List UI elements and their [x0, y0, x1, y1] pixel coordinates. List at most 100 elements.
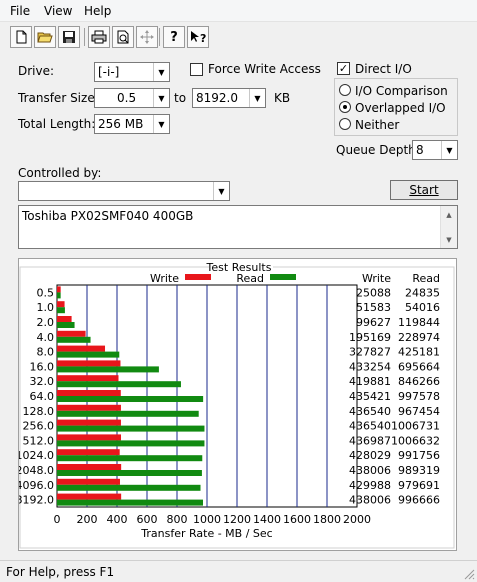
menu-file[interactable]: File [10, 4, 30, 18]
chevron-down-icon: ▼ [213, 182, 229, 200]
category-label: 8192.0 [19, 494, 54, 507]
write-bar [57, 404, 121, 411]
neither-label: Neither [355, 118, 400, 132]
column-header-write: Write [362, 272, 391, 285]
read-bar [57, 396, 204, 402]
x-tick-label: 1200 [223, 513, 251, 526]
chevron-down-icon: ▼ [249, 89, 265, 107]
x-axis-label: Transfer Rate - MB / Sec [140, 527, 272, 540]
help-icon[interactable]: ? [163, 26, 185, 48]
write-bar [57, 419, 121, 426]
read-value: 425181 [398, 346, 440, 359]
write-value: 327827 [349, 346, 391, 359]
read-bar [57, 470, 202, 476]
scroll-down-icon[interactable]: ▼ [441, 231, 457, 248]
print-icon[interactable] [88, 26, 110, 48]
x-tick-label: 800 [167, 513, 188, 526]
category-label: 8.0 [37, 346, 55, 359]
write-bar [57, 434, 122, 441]
x-tick-label: 200 [77, 513, 98, 526]
write-bar [57, 330, 86, 337]
read-value: 24835 [405, 286, 440, 299]
category-label: 64.0 [30, 390, 55, 403]
neither-radio[interactable] [339, 118, 351, 130]
write-bar [57, 449, 120, 456]
test-results-chart: Test ResultsWrite Read Write Read0 200 400 600… [16, 261, 455, 549]
queue-depth-select[interactable]: 8 ▼ [412, 140, 458, 160]
context-help-icon[interactable]: ? [187, 26, 209, 48]
category-label: 16.0 [30, 360, 55, 373]
force-write-checkbox[interactable] [190, 63, 203, 76]
direct-io-checkbox[interactable]: ✓ [337, 62, 350, 75]
resize-grip-icon[interactable] [463, 568, 475, 580]
read-bar [57, 440, 205, 447]
category-label: 1.0 [37, 301, 55, 314]
read-bar [57, 366, 159, 373]
force-write-label: Force Write Access [208, 62, 321, 76]
move-icon[interactable] [136, 26, 158, 48]
write-bar [57, 493, 122, 500]
save-icon[interactable] [58, 26, 80, 48]
read-bar [57, 425, 205, 432]
write-value: 433254 [349, 360, 391, 373]
write-bar [57, 301, 65, 308]
read-value: 54016 [405, 301, 440, 314]
controlled-by-label: Controlled by: [18, 166, 102, 180]
transfer-size-from-select[interactable]: 0.5 ▼ [94, 88, 170, 108]
read-bar [57, 381, 181, 388]
read-value: 996666 [398, 494, 440, 507]
read-value: 967454 [398, 405, 440, 418]
controlled-by-select[interactable]: ▼ [18, 181, 230, 201]
overlapped-io-radio[interactable] [339, 101, 351, 113]
chevron-down-icon: ▼ [153, 63, 169, 81]
write-value: 419881 [349, 375, 391, 388]
to-label: to [174, 91, 187, 105]
write-bar [57, 360, 121, 367]
write-bar [57, 464, 122, 470]
legend-read-swatch [270, 274, 296, 280]
drive-label: Drive: [18, 64, 55, 78]
transfer-size-to-select[interactable]: 8192.0 ▼ [192, 88, 266, 108]
category-label: 2.0 [37, 316, 55, 329]
transfer-to-value: 8192.0 [196, 91, 238, 105]
new-document-icon[interactable] [10, 26, 32, 48]
read-bar [57, 307, 65, 314]
start-button[interactable]: Start [390, 180, 458, 200]
direct-io-label: Direct I/O [355, 62, 412, 76]
x-tick-label: 0 [54, 513, 61, 526]
print-preview-icon[interactable] [112, 26, 134, 48]
legend-write-swatch [185, 274, 211, 280]
read-bar [57, 351, 120, 358]
scroll-up-icon[interactable]: ▲ [441, 206, 457, 223]
x-tick-label: 2000 [343, 513, 371, 526]
queue-depth-value: 8 [416, 143, 424, 157]
read-bar [57, 410, 199, 417]
write-value: 438006 [349, 464, 391, 477]
read-value: 1006632 [391, 434, 440, 447]
write-bar [57, 316, 72, 322]
legend-write-label: Write [150, 272, 179, 285]
read-value: 119844 [398, 316, 440, 329]
open-folder-icon[interactable] [34, 26, 56, 48]
menu-view[interactable]: View [44, 4, 72, 18]
chevron-down-icon: ▼ [153, 89, 169, 107]
menu-help[interactable]: Help [84, 4, 111, 18]
read-value: 979691 [398, 479, 440, 492]
total-length-select[interactable]: 256 MB ▼ [94, 114, 170, 134]
category-label: 512.0 [23, 434, 55, 447]
category-label: 128.0 [23, 405, 55, 418]
drive-value: [-i-] [98, 65, 120, 79]
io-comparison-radio[interactable] [339, 84, 351, 96]
read-bar [57, 336, 91, 343]
read-bar [57, 455, 203, 462]
read-bar [57, 292, 61, 299]
description-scrollbar[interactable]: ▲ ▼ [440, 206, 457, 248]
write-value: 429988 [349, 479, 391, 492]
description-textarea[interactable]: Toshiba PX02SMF040 400GB ▲ ▼ [18, 205, 458, 249]
write-value: 435421 [349, 390, 391, 403]
description-text: Toshiba PX02SMF040 400GB [22, 209, 194, 223]
drive-select[interactable]: [-i-] ▼ [94, 62, 170, 82]
category-label: 256.0 [23, 420, 55, 433]
test-results-panel: Test Results Write Read Write Read 0 200 400 600… [16, 258, 457, 551]
write-value: 436987 [349, 434, 391, 447]
